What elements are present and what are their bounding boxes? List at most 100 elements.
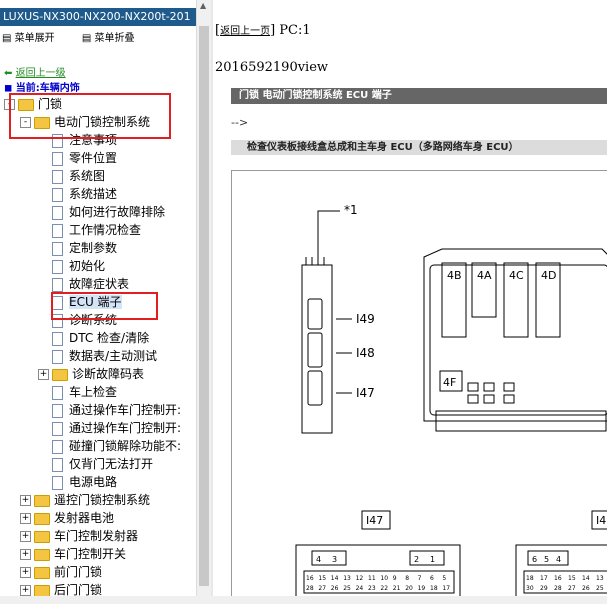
tree-item[interactable]: + 前门门锁: [20, 564, 102, 581]
left-scrollbar[interactable]: ▲: [196, 0, 212, 604]
highlight-box-power-lock: [9, 93, 171, 139]
tree-item[interactable]: 碰撞门锁解除功能不:: [38, 438, 181, 455]
page-icon: [52, 331, 63, 346]
connector-label-i48: I48: [356, 346, 375, 360]
tree-item[interactable]: 如何进行故障排除: [38, 204, 165, 221]
junction-block-side: [301, 257, 352, 434]
tree-item-label: 车门控制开关: [54, 547, 127, 561]
tree-item[interactable]: 定制参数: [38, 240, 117, 257]
page-icon: [52, 169, 63, 184]
highlight-box-ecu-terminal: [51, 292, 158, 320]
bottom-scrollbar[interactable]: [0, 596, 607, 604]
tree-item[interactable]: 系统图: [38, 168, 105, 185]
content-panel: [返回上一页] PC:1 2016592190view 门锁 电动门锁控制系统 …: [213, 0, 607, 604]
tree-item-label: DTC 检查/清除: [69, 331, 150, 345]
pin-label: 14: [582, 575, 590, 582]
page-icon: [52, 277, 63, 292]
pin-label: 25: [596, 585, 604, 592]
back-page-link[interactable]: 返回上一页: [220, 26, 270, 37]
pin-label: 6: [532, 555, 537, 564]
pin-label: 29: [540, 585, 548, 592]
tree-item-label: 零件位置: [69, 151, 118, 165]
folder-icon: [34, 566, 50, 579]
tree-item[interactable]: 通过操作车门控制开:: [38, 420, 181, 437]
tree-item[interactable]: + 诊断故障码表: [38, 366, 144, 383]
tree-item-label: 系统描述: [69, 187, 118, 201]
expand-icon[interactable]: +: [38, 369, 49, 380]
tree-item[interactable]: 零件位置: [38, 150, 117, 167]
pin-label: 18: [430, 585, 438, 592]
pin-label: 15: [568, 575, 576, 582]
connector-label-i47: I47: [356, 386, 375, 400]
page-icon: [52, 457, 63, 472]
tree-item[interactable]: 初始化: [38, 258, 105, 275]
folder-icon: [34, 512, 50, 525]
tree-item-label: 通过操作车门控制开:: [69, 421, 182, 435]
expand-icon[interactable]: +: [20, 567, 31, 578]
pin-label: 13: [596, 575, 604, 582]
arrow-text: -->: [231, 116, 249, 129]
pin-label: 12: [356, 575, 364, 582]
collapse-all-button[interactable]: ▤ 菜单折叠: [82, 33, 147, 44]
tree-item-label: 遥控门锁控制系统: [54, 493, 151, 507]
tree-item[interactable]: 故障症状表: [38, 276, 129, 293]
page-icon: [52, 205, 63, 220]
expand-icon[interactable]: +: [20, 531, 31, 542]
back-arrow-icon: ⬅: [4, 68, 13, 79]
manual-title: LUXUS-NX300-NX200-NX200t-201: [0, 8, 196, 26]
expand-all-button[interactable]: ▤ 菜单展开: [2, 33, 67, 44]
current-location: ◼ 当前:车辆内饰: [4, 79, 80, 94]
tree-item[interactable]: 工作情况检查: [38, 222, 141, 239]
page-icon: [52, 403, 63, 418]
connector-tag-i48: I48: [596, 514, 607, 527]
connector-label-i49: I49: [356, 312, 375, 326]
page-icon: [52, 241, 63, 256]
tree-item[interactable]: 仅背门无法打开: [38, 456, 153, 473]
pin-label: 22: [380, 585, 388, 592]
tree-item-label: 后门门锁: [54, 583, 103, 597]
tree-item[interactable]: + 遥控门锁控制系统: [20, 492, 150, 509]
tree-item[interactable]: 通过操作车门控制开:: [38, 402, 181, 419]
pin-label: 26: [331, 585, 339, 592]
pin-label: 19: [418, 585, 426, 592]
section-subtitle: 检查仪表板接线盒总成和主车身 ECU（多路网络车身 ECU）: [231, 140, 607, 155]
connector-tag-i47: I47: [366, 514, 383, 527]
pin-label: 27: [318, 585, 326, 592]
expand-icon[interactable]: +: [20, 549, 31, 560]
page-icon: [52, 187, 63, 202]
pin-label: 20: [405, 585, 413, 592]
tree-item[interactable]: 数据表/主动测试: [38, 348, 157, 365]
pin-label: 11: [368, 575, 376, 582]
back-up-link[interactable]: ⬅ 返回上一级: [4, 64, 66, 79]
tree-item[interactable]: + 车门控制开关: [20, 546, 126, 563]
pin-label: 5: [442, 575, 446, 582]
ecu-4d: 4D: [541, 269, 556, 282]
pin-label: 2: [414, 555, 419, 564]
tree-item[interactable]: 系统描述: [38, 186, 117, 203]
expand-icon[interactable]: +: [20, 585, 31, 596]
pin-label: 8: [405, 575, 409, 582]
page-icon: [52, 475, 63, 490]
tree-item-label: 初始化: [69, 259, 106, 273]
page-icon: [52, 151, 63, 166]
pin-label: 9: [393, 575, 397, 582]
tree-item-label: 系统图: [69, 169, 106, 183]
scroll-up-icon[interactable]: ▲: [200, 1, 206, 10]
expand-icon[interactable]: +: [20, 513, 31, 524]
pin-label: 23: [368, 585, 376, 592]
scroll-thumb[interactable]: [199, 26, 209, 586]
folder-icon: [34, 584, 50, 597]
tree-item[interactable]: + 车门控制发射器: [20, 528, 138, 545]
tree-item[interactable]: + 发射器电池: [20, 510, 114, 527]
pin-label: 6: [430, 575, 434, 582]
pin-label: 17: [540, 575, 548, 582]
tree-item-label: 前门门锁: [54, 565, 103, 579]
tree-item[interactable]: DTC 检查/清除: [38, 330, 149, 347]
expand-icon[interactable]: +: [20, 495, 31, 506]
pin-label: 26: [582, 585, 590, 592]
tree-item[interactable]: 车上检查: [38, 384, 117, 401]
tree-item[interactable]: 电源电路: [38, 474, 117, 491]
pin-label: 13: [343, 575, 351, 582]
pin-label: 1: [430, 555, 435, 564]
callout-text: *1: [344, 203, 358, 217]
